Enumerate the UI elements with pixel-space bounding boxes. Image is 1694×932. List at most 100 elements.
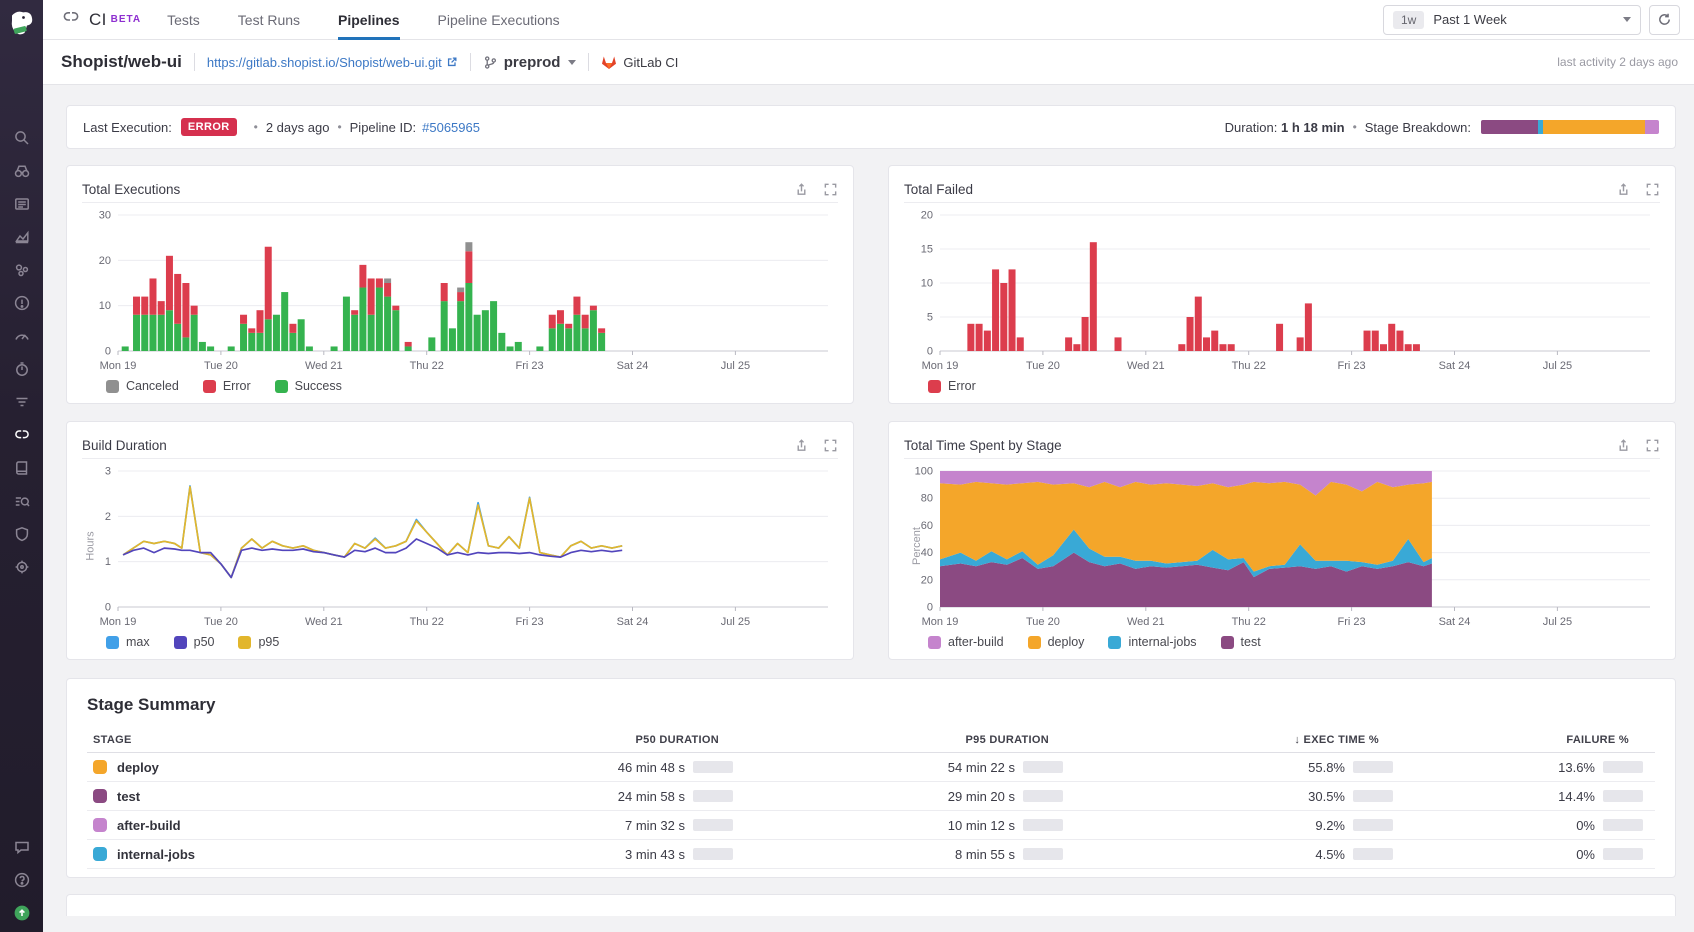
stage-name[interactable]: test bbox=[117, 789, 140, 804]
help-icon[interactable] bbox=[12, 870, 31, 889]
expand-icon[interactable] bbox=[1645, 182, 1660, 197]
chevron-down-icon bbox=[1623, 17, 1631, 22]
chart-legend: max p50 p95 bbox=[82, 629, 838, 653]
legend-swatch bbox=[106, 635, 119, 649]
apm-icon[interactable] bbox=[12, 359, 31, 378]
infrastructure-icon[interactable] bbox=[12, 260, 31, 279]
legend-item-Canceled[interactable]: Canceled bbox=[106, 379, 179, 393]
beta-badge: BETA bbox=[110, 14, 142, 25]
tab-tests[interactable]: Tests bbox=[167, 0, 200, 40]
total-executions-chart[interactable]: 0 10 20 30 Mon 19 Tue 20 Wed 21 Thu 22 Fri 23 Sat… bbox=[82, 207, 838, 373]
export-icon[interactable] bbox=[794, 438, 809, 453]
tab-pipeline-executions[interactable]: Pipeline Executions bbox=[438, 0, 560, 40]
stage-name[interactable]: after-build bbox=[117, 818, 181, 833]
stage-row-internal-jobs[interactable]: internal-jobs 3 min 43 s8 min 55 s 4.5% 0% bbox=[87, 840, 1655, 869]
value-bar bbox=[1603, 819, 1643, 831]
p50-duration-cell: 7 min 32 s bbox=[415, 818, 745, 833]
tab-test-runs[interactable]: Test Runs bbox=[238, 0, 300, 40]
value-bar bbox=[1603, 848, 1643, 860]
expand-icon[interactable] bbox=[823, 438, 838, 453]
svg-text:Fri 23: Fri 23 bbox=[1338, 360, 1366, 372]
duration-label: Duration: bbox=[1224, 119, 1278, 135]
page-title: Shopist/web-ui bbox=[61, 52, 182, 71]
col-failure[interactable]: FAILURE % bbox=[1405, 734, 1655, 746]
security-shield-icon[interactable] bbox=[12, 524, 31, 543]
svg-text:Jul 25: Jul 25 bbox=[721, 360, 750, 372]
svg-text:30: 30 bbox=[99, 210, 111, 222]
stage-name[interactable]: deploy bbox=[117, 760, 159, 775]
col-p95-duration[interactable]: P95 DURATION bbox=[745, 734, 1075, 746]
svg-text:Tue 20: Tue 20 bbox=[1026, 360, 1060, 372]
col-exec-time[interactable]: ↓ EXEC TIME % bbox=[1075, 734, 1405, 746]
stage-row-after-build[interactable]: after-build 7 min 32 s 10 min 12 s 9.2% 0% bbox=[87, 811, 1655, 840]
datadog-logo[interactable] bbox=[7, 8, 37, 40]
events-list-icon[interactable] bbox=[12, 194, 31, 213]
p50-duration-cell: 3 min 43 s bbox=[415, 847, 745, 862]
monitors-alert-icon[interactable] bbox=[12, 293, 31, 312]
tab-pipelines[interactable]: Pipelines bbox=[338, 0, 400, 40]
dashboards-gauge-icon[interactable] bbox=[12, 326, 31, 345]
export-icon[interactable] bbox=[1616, 182, 1631, 197]
svg-text:Jul 25: Jul 25 bbox=[1543, 360, 1572, 372]
svg-text:0: 0 bbox=[927, 346, 933, 358]
stage-color-swatch bbox=[93, 760, 107, 774]
notebooks-icon[interactable] bbox=[12, 458, 31, 477]
last-execution-label: Last Execution: bbox=[83, 119, 172, 135]
legend-item-test[interactable]: test bbox=[1220, 635, 1261, 649]
repo-url-link[interactable]: https://gitlab.shopist.io/Shopist/web-ui… bbox=[207, 55, 458, 70]
legend-item-deploy[interactable]: deploy bbox=[1027, 635, 1084, 649]
user-avatar[interactable] bbox=[12, 903, 31, 922]
search-icon[interactable] bbox=[12, 128, 31, 147]
export-icon[interactable] bbox=[1616, 438, 1631, 453]
ci-icon[interactable] bbox=[12, 425, 31, 444]
time-by-stage-chart[interactable]: 0 20 40 60 80 100 Mon 19 Tue 20 Wed 21 Thu 22 Fri … bbox=[904, 463, 1660, 629]
value-bar bbox=[1023, 761, 1063, 773]
svg-text:Thu 22: Thu 22 bbox=[1232, 616, 1266, 628]
svg-text:Tue 20: Tue 20 bbox=[204, 360, 238, 372]
breakdown-segment-deploy bbox=[1543, 120, 1645, 134]
bullet: • bbox=[337, 120, 342, 134]
metrics-chart-icon[interactable] bbox=[12, 227, 31, 246]
expand-icon[interactable] bbox=[823, 182, 838, 197]
last-execution-summary: Last Execution: ERROR • 2 days ago • Pip… bbox=[66, 105, 1676, 149]
legend-item-p95[interactable]: p95 bbox=[238, 635, 279, 649]
total-failed-card: Total Failed 0 5 10 15 20 Mon 19 Tue 20 Wed 21 T… bbox=[888, 165, 1676, 404]
stage-row-deploy[interactable]: deploy 46 min 48 s 54 min 22 s 55.8% 13.6% bbox=[87, 753, 1655, 782]
legend-item-p50[interactable]: p50 bbox=[173, 635, 214, 649]
stage-color-swatch bbox=[93, 789, 107, 803]
col-p50-duration[interactable]: P50 DURATION bbox=[415, 734, 745, 746]
legend-item-Error[interactable]: Error bbox=[202, 379, 251, 393]
stage-breakdown-bar[interactable] bbox=[1481, 120, 1659, 134]
pipeline-id-link[interactable]: #5065965 bbox=[422, 120, 480, 135]
y-axis-label: Hours bbox=[84, 531, 97, 561]
stage-summary-panel: Stage Summary STAGE P50 DURATION P95 DUR… bbox=[66, 678, 1676, 878]
stage-row-test[interactable]: test 24 min 58 s 29 min 20 s 30.5% 14.4% bbox=[87, 782, 1655, 811]
legend-item-after-build[interactable]: after-build bbox=[928, 635, 1004, 649]
refresh-button[interactable] bbox=[1649, 4, 1680, 35]
svg-text:Fri 23: Fri 23 bbox=[516, 360, 544, 372]
divider bbox=[193, 53, 195, 71]
synthetics-icon[interactable] bbox=[12, 491, 31, 510]
legend-swatch bbox=[1027, 635, 1041, 649]
legend-item-Success[interactable]: Success bbox=[274, 379, 342, 393]
p50-duration-cell: 46 min 48 s bbox=[415, 760, 745, 775]
branch-selector[interactable]: preprod bbox=[483, 54, 577, 71]
legend-item-internal-jobs[interactable]: internal-jobs bbox=[1108, 635, 1197, 649]
stage-name[interactable]: internal-jobs bbox=[117, 847, 195, 862]
git-branch-icon bbox=[484, 55, 496, 69]
total-failed-chart[interactable]: 0 5 10 15 20 Mon 19 Tue 20 Wed 21 Thu 22 Fri 23 Sa… bbox=[904, 207, 1660, 373]
expand-icon[interactable] bbox=[1645, 438, 1660, 453]
chat-icon[interactable] bbox=[12, 837, 31, 856]
value-bar bbox=[693, 848, 733, 860]
export-icon[interactable] bbox=[794, 182, 809, 197]
build-duration-chart[interactable]: 0 1 2 3 Mon 19 Tue 20 Wed 21 Thu 22 Fri 23 Sat 24… bbox=[82, 463, 838, 629]
logs-filter-icon[interactable] bbox=[12, 392, 31, 411]
watchdog-icon[interactable] bbox=[12, 161, 31, 180]
divider bbox=[588, 53, 590, 71]
settings-target-icon[interactable] bbox=[12, 557, 31, 576]
time-range-selector[interactable]: 1w Past 1 Week bbox=[1383, 4, 1641, 35]
app-sidebar bbox=[0, 0, 43, 932]
legend-item-Error[interactable]: Error bbox=[928, 379, 976, 393]
legend-item-max[interactable]: max bbox=[106, 635, 150, 649]
top-navigation: CI BETA Tests Test Runs Pipelines Pipeli… bbox=[43, 0, 1694, 40]
